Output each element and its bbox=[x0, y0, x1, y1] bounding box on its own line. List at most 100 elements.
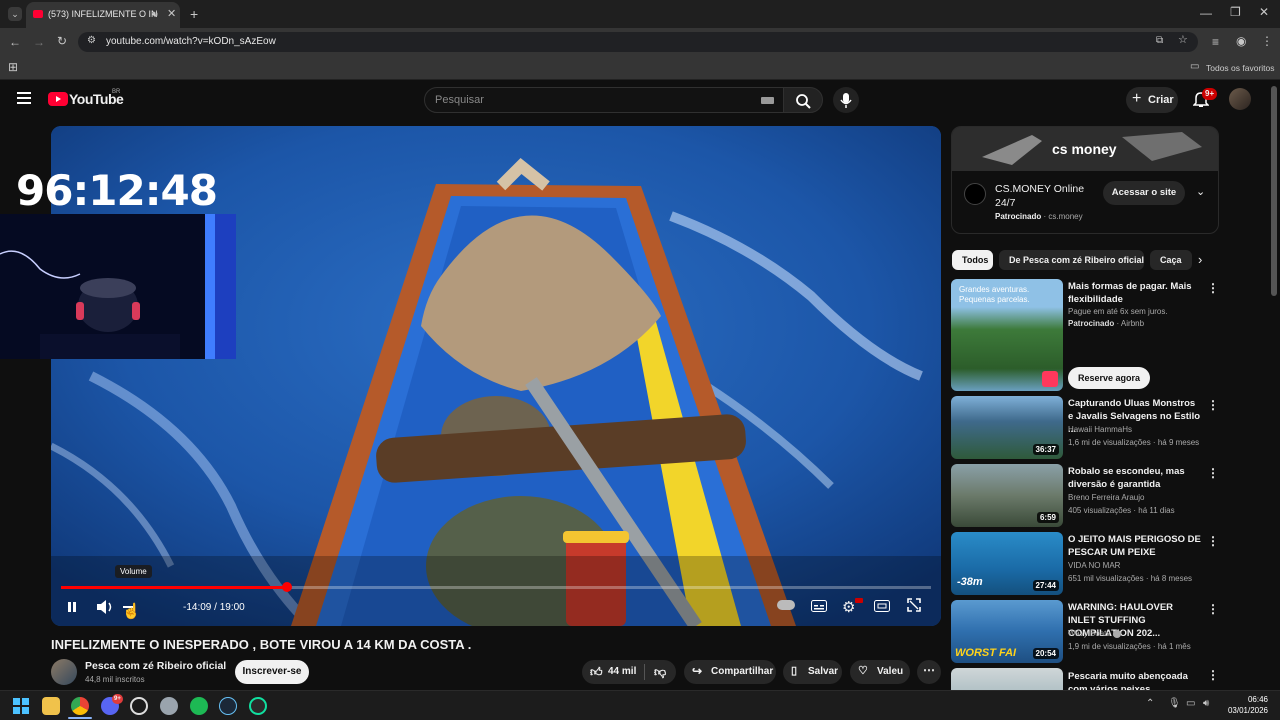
spotify-icon[interactable] bbox=[190, 697, 208, 715]
more-vertical-icon[interactable]: ⋮ bbox=[1207, 398, 1219, 412]
install-app-icon[interactable]: ⧉ bbox=[1156, 36, 1163, 46]
ad-sponsored: Patrocinado bbox=[995, 212, 1042, 221]
share-label: Compartilhar bbox=[711, 666, 774, 677]
more-vertical-icon[interactable]: ⋮ bbox=[1207, 602, 1219, 616]
voice-search-button[interactable] bbox=[833, 87, 859, 113]
recommendation-item[interactable]: -38m 27:44 O JEITO MAIS PERIGOSO DE PESC… bbox=[951, 532, 1219, 595]
fullscreen-icon[interactable] bbox=[907, 598, 921, 612]
subtitles-icon[interactable] bbox=[811, 600, 827, 612]
bookmark-star-icon[interactable]: ☆ bbox=[1178, 35, 1188, 46]
search-button[interactable] bbox=[783, 87, 823, 113]
chip-label: De Pesca com zé Ribeiro oficial bbox=[1009, 255, 1145, 265]
sponsored-ad-card[interactable]: cs money CS.MONEY Online 24/7 Patrocinad… bbox=[951, 126, 1219, 234]
video-thumbnail: -38m 27:44 bbox=[951, 532, 1063, 595]
recommendation-item[interactable]: 6:59 Robalo se escondeu, mas diversão é … bbox=[951, 464, 1219, 527]
ad-expand-chevron-icon[interactable]: ⌄ bbox=[1196, 185, 1205, 198]
avatar[interactable] bbox=[1229, 88, 1251, 110]
new-tab-icon[interactable]: + bbox=[190, 7, 198, 21]
recommendation-item[interactable]: WORST FAI 20:54 WARNING: HAULOVER INLET … bbox=[951, 600, 1219, 663]
more-vertical-icon[interactable]: ⋮ bbox=[1207, 668, 1219, 682]
more-vertical-icon[interactable]: ⋮ bbox=[1207, 281, 1219, 295]
more-vertical-icon[interactable]: ⋮ bbox=[1207, 534, 1219, 548]
rec-channel: Hawaii HammaHs bbox=[1068, 425, 1133, 434]
steam-icon[interactable] bbox=[219, 697, 237, 715]
clock-app-icon[interactable] bbox=[130, 697, 148, 715]
chip-all[interactable]: Todos bbox=[952, 250, 993, 270]
youtube-logo-icon[interactable] bbox=[48, 92, 68, 106]
keyboard-icon[interactable] bbox=[761, 97, 774, 104]
page-scrollbar[interactable] bbox=[1271, 86, 1277, 296]
menu-icon[interactable] bbox=[17, 92, 31, 104]
tab-search-button[interactable]: ⌄ bbox=[8, 7, 22, 21]
recommendation-item[interactable]: Pescaria muito abençoada com vários peix… bbox=[951, 668, 1219, 690]
taskbar-date[interactable]: 03/01/2026 bbox=[1226, 706, 1268, 715]
search-input[interactable]: Pesquisar bbox=[424, 87, 784, 113]
subscribe-button[interactable]: Inscrever-se bbox=[235, 660, 309, 684]
pause-icon[interactable] bbox=[61, 597, 83, 617]
minimize-icon[interactable]: — bbox=[1200, 7, 1212, 19]
all-bookmarks-link[interactable]: Todos os favoritos bbox=[1206, 63, 1275, 73]
taskbar-time[interactable]: 06:46 bbox=[1244, 695, 1268, 704]
tray-network-icon[interactable]: ▭ bbox=[1186, 699, 1195, 709]
volume-icon[interactable] bbox=[95, 598, 119, 616]
reload-icon[interactable]: ↻ bbox=[57, 35, 67, 47]
progress-track[interactable] bbox=[61, 586, 931, 589]
restore-icon[interactable]: ❐ bbox=[1230, 6, 1241, 18]
channel-avatar[interactable] bbox=[51, 659, 77, 685]
channel-name[interactable]: Pesca com zé Ribeiro oficial bbox=[85, 660, 226, 672]
ad-cta-button[interactable]: Acessar o site bbox=[1103, 181, 1185, 205]
chips-next-chevron-icon[interactable]: › bbox=[1198, 252, 1202, 267]
thanks-button[interactable]: ♡ Valeu bbox=[850, 660, 910, 684]
settings-gear-icon[interactable]: ⚙ bbox=[842, 598, 855, 616]
video-thumbnail: 6:59 bbox=[951, 464, 1063, 527]
hd-badge bbox=[855, 598, 863, 603]
more-actions-button[interactable]: ⋯ bbox=[917, 660, 941, 684]
share-button[interactable]: ↪ Compartilhar bbox=[684, 660, 776, 684]
chip-channel[interactable]: De Pesca com zé Ribeiro oficial bbox=[999, 250, 1144, 270]
theater-mode-icon[interactable] bbox=[874, 600, 890, 612]
windows-taskbar: 9+ ⌃ 🎙︎ ▭ 🔊︎ 06:46 03/01/2026 bbox=[0, 690, 1280, 720]
speaker-icon[interactable]: 🔊︎ bbox=[152, 10, 158, 19]
ad-thumbnail-text: Grandes aventuras. Pequenas parcelas. bbox=[959, 285, 1030, 304]
apps-grid-icon[interactable]: ⊞ bbox=[8, 61, 18, 73]
browser-tab[interactable]: (573) INFELIZMENTE O INESPERADO 🔊︎ ✕ bbox=[26, 2, 180, 28]
dislike-button[interactable]: 👎︎ bbox=[646, 660, 676, 684]
profile-icon[interactable]: ◉ bbox=[1236, 35, 1246, 47]
file-explorer-icon[interactable] bbox=[42, 697, 60, 715]
rec-title: Pescaria muito abençoada com vários peix… bbox=[1068, 671, 1188, 690]
windows-start-icon[interactable] bbox=[12, 697, 30, 715]
autoplay-toggle[interactable] bbox=[777, 600, 795, 610]
rec-title: O JEITO MAIS PERIGOSO DE PESCAR UM PEIXE bbox=[1068, 534, 1201, 558]
media-control-icon[interactable]: ≡ bbox=[1212, 36, 1219, 48]
chip-label: Caça bbox=[1160, 255, 1182, 265]
recommendation-ad[interactable]: Grandes aventuras. Pequenas parcelas. Ma… bbox=[951, 279, 1219, 391]
tab-title: (573) INFELIZMENTE O INESPERADO bbox=[48, 9, 158, 19]
recommendation-item[interactable]: 36:37 Capturando Uluas Monstros e Javali… bbox=[951, 396, 1219, 459]
site-info-icon[interactable]: ⚙ bbox=[87, 36, 96, 46]
tray-microphone-icon[interactable]: 🎙︎ bbox=[1168, 699, 1181, 709]
settings-app-icon[interactable] bbox=[160, 697, 178, 715]
chrome-icon[interactable] bbox=[71, 697, 89, 715]
create-button[interactable]: + Criar bbox=[1126, 87, 1178, 113]
like-button[interactable]: 👍︎ 44 mil bbox=[582, 660, 642, 684]
tray-chevron-icon[interactable]: ⌃ bbox=[1146, 699, 1154, 709]
reserve-button[interactable]: Reserve agora bbox=[1068, 367, 1150, 389]
thumbs-down-icon: 👎︎ bbox=[654, 665, 667, 679]
tray-volume-icon[interactable]: 🔊︎ bbox=[1203, 699, 1209, 709]
rec-advertiser: · Airbnb bbox=[1116, 319, 1145, 328]
save-button[interactable]: ▯ Salvar bbox=[783, 660, 842, 684]
bookmarks-bar: ⊞ ▭ Todos os favoritos bbox=[0, 56, 1280, 80]
create-label: Criar bbox=[1148, 94, 1174, 106]
forward-icon[interactable]: → bbox=[33, 36, 45, 48]
more-vertical-icon[interactable]: ⋮ bbox=[1207, 466, 1219, 480]
app-icon[interactable] bbox=[249, 697, 267, 715]
tab-close-icon[interactable]: ✕ bbox=[167, 9, 176, 20]
omnibox[interactable]: ⚙ youtube.com/watch?v=kODn_sAzEow ⧉ ☆ bbox=[78, 32, 1198, 52]
browser-menu-icon[interactable]: ⋮ bbox=[1261, 35, 1273, 47]
rec-meta: 1,9 mi de visualizações · há 1 mês bbox=[1068, 642, 1191, 651]
rec-meta: 1,6 mi de visualizações · há 9 meses bbox=[1068, 438, 1200, 447]
back-icon[interactable]: ← bbox=[9, 36, 21, 48]
window-close-icon[interactable]: ✕ bbox=[1259, 6, 1269, 18]
chip-hunting[interactable]: Caça bbox=[1150, 250, 1192, 270]
active-app-indicator bbox=[68, 717, 92, 719]
